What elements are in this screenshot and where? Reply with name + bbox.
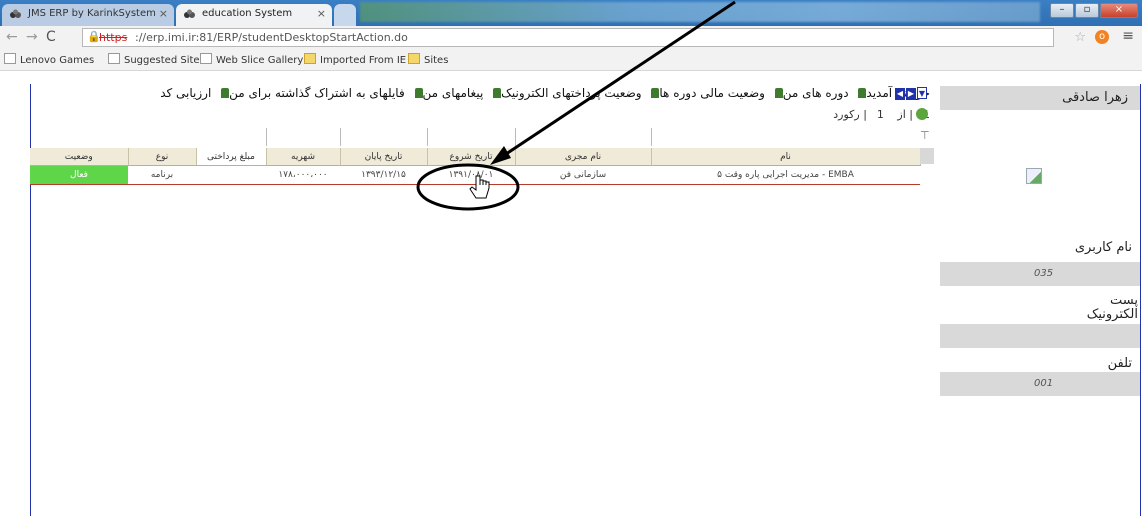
app-favicon-icon: [9, 9, 22, 20]
executor-cell: سازمانی فن: [515, 165, 651, 185]
filter-separator: [427, 128, 428, 146]
folder-icon: [408, 53, 420, 64]
column-header[interactable]: نوع: [128, 148, 197, 166]
menu-item-messages[interactable]: پیغامهای من: [411, 86, 483, 100]
phone-field: 001: [940, 372, 1140, 396]
end-date-cell: ۱۳۹۳/۱۲/۱۵: [340, 165, 427, 185]
blurred-region: [360, 2, 1040, 22]
window-controls: – ▫ ×: [1049, 2, 1138, 18]
user-icon: [493, 88, 502, 98]
reload-icon[interactable]: C: [46, 29, 56, 45]
user-icon: [414, 88, 423, 98]
folder-icon: [304, 53, 316, 64]
url-path: ://erp.imi.ir:81/ERP/studentDesktopStart…: [135, 31, 408, 44]
refresh-icon[interactable]: [916, 108, 928, 120]
filter-separator: [340, 128, 341, 146]
column-header[interactable]: نام: [651, 148, 921, 166]
frame-border: [1140, 84, 1141, 516]
pager-total: 1: [876, 108, 884, 121]
email-label: پست الکترونیک: [1086, 293, 1138, 322]
pager-of: از: [897, 108, 906, 121]
filter-separator: [651, 128, 652, 146]
browser-menu-icon[interactable]: ≡: [1122, 28, 1134, 44]
close-icon[interactable]: ×: [317, 7, 326, 20]
course-name-cell: مدیریت اجرایی پاره وقت ۵ - EMBA: [651, 165, 920, 185]
filter-row: [30, 128, 920, 146]
browser-tab-education[interactable]: education System ×: [176, 4, 332, 26]
paid-cell: [196, 165, 266, 185]
close-icon[interactable]: ×: [159, 7, 168, 20]
menu-item-financial-status[interactable]: وضعیت مالی دوره ها: [647, 86, 765, 100]
page-icon: [108, 53, 120, 64]
user-icon: [774, 88, 783, 98]
tuition-cell: ۱۷۸،۰۰۰،۰۰۰: [266, 165, 340, 185]
filter-separator: [266, 128, 267, 146]
app-favicon-icon: [183, 9, 196, 20]
username-value: 035: [1034, 268, 1054, 279]
start-date-cell[interactable]: ۱۳۹۱/۰۸/۰۱: [427, 165, 515, 185]
tab-title: education System: [202, 8, 293, 19]
menu-item-evaluation[interactable]: ارزیابی کد: [160, 86, 211, 100]
url-input[interactable]: 🔒 https ://erp.imi.ir:81/ERP/studentDesk…: [82, 28, 1054, 47]
column-header[interactable]: شهریه: [266, 148, 341, 166]
user-name: زهرا صادقی: [1062, 90, 1128, 105]
table-header-row: وضعیت نوع مبلغ پرداختی شهریه تاریخ پایان…: [30, 148, 921, 166]
column-header[interactable]: وضعیت: [30, 148, 129, 166]
browser-tab-bar: JMS ERP by KarinkSystem × education Syst…: [0, 0, 1142, 26]
bookmark-item[interactable]: Suggested Sites: [108, 53, 205, 66]
window-close-button[interactable]: ×: [1100, 3, 1138, 18]
scroll-left-arrow-icon[interactable]: ◀: [895, 88, 905, 100]
pager: 1| از 1| رکورد: [690, 108, 930, 126]
grid-scrollbar[interactable]: [920, 148, 934, 164]
dropdown-arrow-icon[interactable]: ▼: [917, 87, 927, 99]
user-icon: [221, 88, 230, 98]
menu-item-e-payments[interactable]: وضعیت پرداختهای الکترونیک: [489, 86, 642, 100]
filter-separator: [515, 128, 516, 146]
url-scheme: https: [99, 31, 128, 44]
bookmark-item[interactable]: Lenovo Games: [4, 53, 94, 66]
column-header[interactable]: مبلغ پرداختی: [196, 148, 267, 166]
username-field: 035: [940, 262, 1140, 286]
new-tab-button[interactable]: [334, 4, 356, 26]
browser-tab-erp[interactable]: JMS ERP by KarinkSystem ×: [2, 4, 174, 26]
phone-label: تلفن: [1107, 356, 1132, 371]
bookmarks-bar: Lenovo Games Suggested Sites Web Slice G…: [0, 50, 1142, 71]
table-row[interactable]: فعال برنامه ۱۷۸،۰۰۰،۰۰۰ ۱۳۹۳/۱۲/۱۵ ۱۳۹۱/…: [30, 165, 920, 185]
bookmark-folder[interactable]: Sites: [408, 53, 448, 66]
bookmark-folder[interactable]: Imported From IE: [304, 53, 406, 66]
broken-image-icon: [1026, 168, 1042, 184]
bookmark-item[interactable]: Web Slice Gallery: [200, 53, 303, 66]
bookmark-star-icon[interactable]: ☆: [1074, 30, 1086, 45]
user-sidebar: زهرا صادقی نام کاربری 035 پست الکترونیک …: [940, 84, 1140, 516]
extension-icon[interactable]: o: [1095, 30, 1109, 44]
user-name-box: زهرا صادقی: [940, 86, 1140, 110]
column-header[interactable]: تاریخ پایان: [340, 148, 428, 166]
column-header[interactable]: نام مجری: [515, 148, 652, 166]
email-field: [940, 324, 1140, 348]
pager-records: رکورد: [833, 108, 860, 121]
filter-icon[interactable]: ⊤: [920, 129, 930, 142]
scroll-right-arrow-icon[interactable]: ▶: [906, 88, 916, 100]
tab-title: JMS ERP by KarinkSystem: [28, 8, 156, 19]
column-header[interactable]: تاریخ شروع: [427, 148, 516, 166]
page-icon: [4, 53, 16, 64]
minimize-button[interactable]: –: [1050, 3, 1074, 18]
forward-arrow-icon[interactable]: →: [26, 29, 38, 45]
menu-item-my-courses[interactable]: دوره های من: [771, 86, 849, 100]
main-menu: حوزش آمدید دوره های من وضعیت مالی دوره ه…: [30, 86, 930, 104]
status-cell: فعال: [30, 165, 128, 185]
courses-table: وضعیت نوع مبلغ پرداختی شهریه تاریخ پایان…: [30, 148, 921, 185]
address-bar-row: ← → C 🔒 https ://erp.imi.ir:81/ERP/stude…: [0, 26, 1142, 50]
type-cell: برنامه: [128, 165, 196, 185]
page-icon: [200, 53, 212, 64]
maximize-button[interactable]: ▫: [1075, 3, 1099, 18]
username-label: نام کاربری: [1074, 240, 1132, 255]
back-arrow-icon[interactable]: ←: [6, 29, 18, 45]
menu-item-shared-files[interactable]: فایلهای به اشتراک گذاشته برای من: [217, 86, 405, 100]
menu-scroll-arrows: ◀ ▶ ▼: [895, 86, 928, 100]
phone-value: 001: [1034, 378, 1054, 389]
